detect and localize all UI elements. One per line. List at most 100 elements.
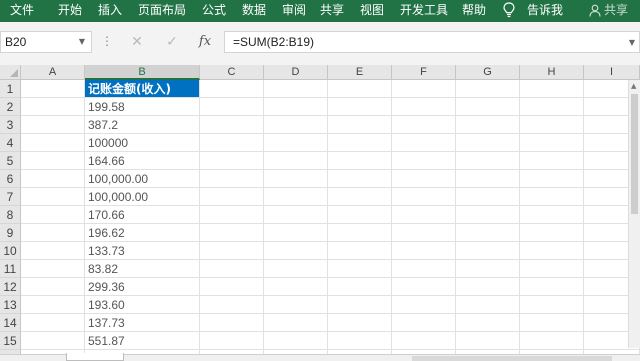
cell-b1[interactable]: 记账金额(收入) <box>85 80 200 98</box>
cell-c8[interactable] <box>200 206 264 224</box>
cell-a5[interactable] <box>21 152 85 170</box>
cell-d14[interactable] <box>264 314 328 332</box>
cell-g14[interactable] <box>456 314 520 332</box>
cell-b6[interactable]: 100,000.00 <box>85 170 200 188</box>
cell-f15[interactable] <box>392 332 456 350</box>
cell-f11[interactable] <box>392 260 456 278</box>
share-button[interactable]: 共享 <box>604 0 628 22</box>
cell-d13[interactable] <box>264 296 328 314</box>
cell-f14[interactable] <box>392 314 456 332</box>
tell-me-search[interactable]: 告诉我 <box>527 0 563 22</box>
cell-h10[interactable] <box>520 242 584 260</box>
drag-handle-icon[interactable]: ⋮ <box>101 34 113 48</box>
cell-e7[interactable] <box>328 188 392 206</box>
cell-c14[interactable] <box>200 314 264 332</box>
cell-d6[interactable] <box>264 170 328 188</box>
cell-b3[interactable]: 387.2 <box>85 116 200 134</box>
cell-a1[interactable] <box>21 80 85 98</box>
cell-c9[interactable] <box>200 224 264 242</box>
cell-e12[interactable] <box>328 278 392 296</box>
cell-a15[interactable] <box>21 332 85 350</box>
cell-e2[interactable] <box>328 98 392 116</box>
cell-f2[interactable] <box>392 98 456 116</box>
row-header-8[interactable]: 8 <box>0 206 21 224</box>
cell-b9[interactable]: 196.62 <box>85 224 200 242</box>
cell-c12[interactable] <box>200 278 264 296</box>
tab-file[interactable]: 文件 <box>10 0 34 22</box>
row-header-5[interactable]: 5 <box>0 152 21 170</box>
cell-f4[interactable] <box>392 134 456 152</box>
row-header-7[interactable]: 7 <box>0 188 21 206</box>
tab-view[interactable]: 视图 <box>360 0 384 22</box>
cell-c15[interactable] <box>200 332 264 350</box>
cell-g3[interactable] <box>456 116 520 134</box>
cell-e13[interactable] <box>328 296 392 314</box>
row-header-3[interactable]: 3 <box>0 116 21 134</box>
cell-g11[interactable] <box>456 260 520 278</box>
cell-a4[interactable] <box>21 134 85 152</box>
tab-review[interactable]: 审阅 <box>282 0 306 22</box>
cell-b15[interactable]: 551.87 <box>85 332 200 350</box>
row-header-10[interactable]: 10 <box>0 242 21 260</box>
cell-e15[interactable] <box>328 332 392 350</box>
cell-a11[interactable] <box>21 260 85 278</box>
cell-a12[interactable] <box>21 278 85 296</box>
cell-a8[interactable] <box>21 206 85 224</box>
tab-page-layout[interactable]: 页面布局 <box>138 0 186 22</box>
tab-developer[interactable]: 开发工具 <box>400 0 448 22</box>
cell-d7[interactable] <box>264 188 328 206</box>
cell-b11[interactable]: 83.82 <box>85 260 200 278</box>
cell-e5[interactable] <box>328 152 392 170</box>
cell-d2[interactable] <box>264 98 328 116</box>
row-header-2[interactable]: 2 <box>0 98 21 116</box>
cell-h13[interactable] <box>520 296 584 314</box>
cell-g1[interactable] <box>456 80 520 98</box>
cell-h14[interactable] <box>520 314 584 332</box>
cell-d12[interactable] <box>264 278 328 296</box>
expand-formula-icon[interactable]: ▼ <box>629 38 635 47</box>
cell-b4[interactable]: 100000 <box>85 134 200 152</box>
select-all-button[interactable] <box>0 65 21 80</box>
cell-d11[interactable] <box>264 260 328 278</box>
cell-b7[interactable]: 100,000.00 <box>85 188 200 206</box>
row-header-15[interactable]: 15 <box>0 332 21 350</box>
tab-home[interactable]: 开始 <box>58 0 82 22</box>
cell-h7[interactable] <box>520 188 584 206</box>
column-header-f[interactable]: F <box>392 65 456 80</box>
row-header-14[interactable]: 14 <box>0 314 21 332</box>
row-header-9[interactable]: 9 <box>0 224 21 242</box>
cell-a14[interactable] <box>21 314 85 332</box>
cell-g9[interactable] <box>456 224 520 242</box>
cell-h11[interactable] <box>520 260 584 278</box>
cell-h15[interactable] <box>520 332 584 350</box>
name-box[interactable]: B20 ▼ <box>0 31 92 53</box>
cell-g15[interactable] <box>456 332 520 350</box>
column-header-a[interactable]: A <box>21 65 85 80</box>
cell-d5[interactable] <box>264 152 328 170</box>
cell-a2[interactable] <box>21 98 85 116</box>
enter-icon[interactable]: ✓ <box>162 33 182 51</box>
cell-h2[interactable] <box>520 98 584 116</box>
chevron-down-icon[interactable]: ▼ <box>79 37 85 46</box>
cell-g12[interactable] <box>456 278 520 296</box>
tab-insert[interactable]: 插入 <box>98 0 122 22</box>
tab-formulas[interactable]: 公式 <box>202 0 226 22</box>
cell-h9[interactable] <box>520 224 584 242</box>
cell-d4[interactable] <box>264 134 328 152</box>
cell-h5[interactable] <box>520 152 584 170</box>
cell-f10[interactable] <box>392 242 456 260</box>
cell-b8[interactable]: 170.66 <box>85 206 200 224</box>
cell-f12[interactable] <box>392 278 456 296</box>
row-header-11[interactable]: 11 <box>0 260 21 278</box>
cell-e11[interactable] <box>328 260 392 278</box>
cell-e8[interactable] <box>328 206 392 224</box>
cell-d8[interactable] <box>264 206 328 224</box>
cell-g2[interactable] <box>456 98 520 116</box>
cell-c4[interactable] <box>200 134 264 152</box>
tab-help[interactable]: 帮助 <box>462 0 486 22</box>
cell-d10[interactable] <box>264 242 328 260</box>
cell-b12[interactable]: 299.36 <box>85 278 200 296</box>
tab-data[interactable]: 数据 <box>242 0 266 22</box>
cell-f6[interactable] <box>392 170 456 188</box>
cell-h12[interactable] <box>520 278 584 296</box>
